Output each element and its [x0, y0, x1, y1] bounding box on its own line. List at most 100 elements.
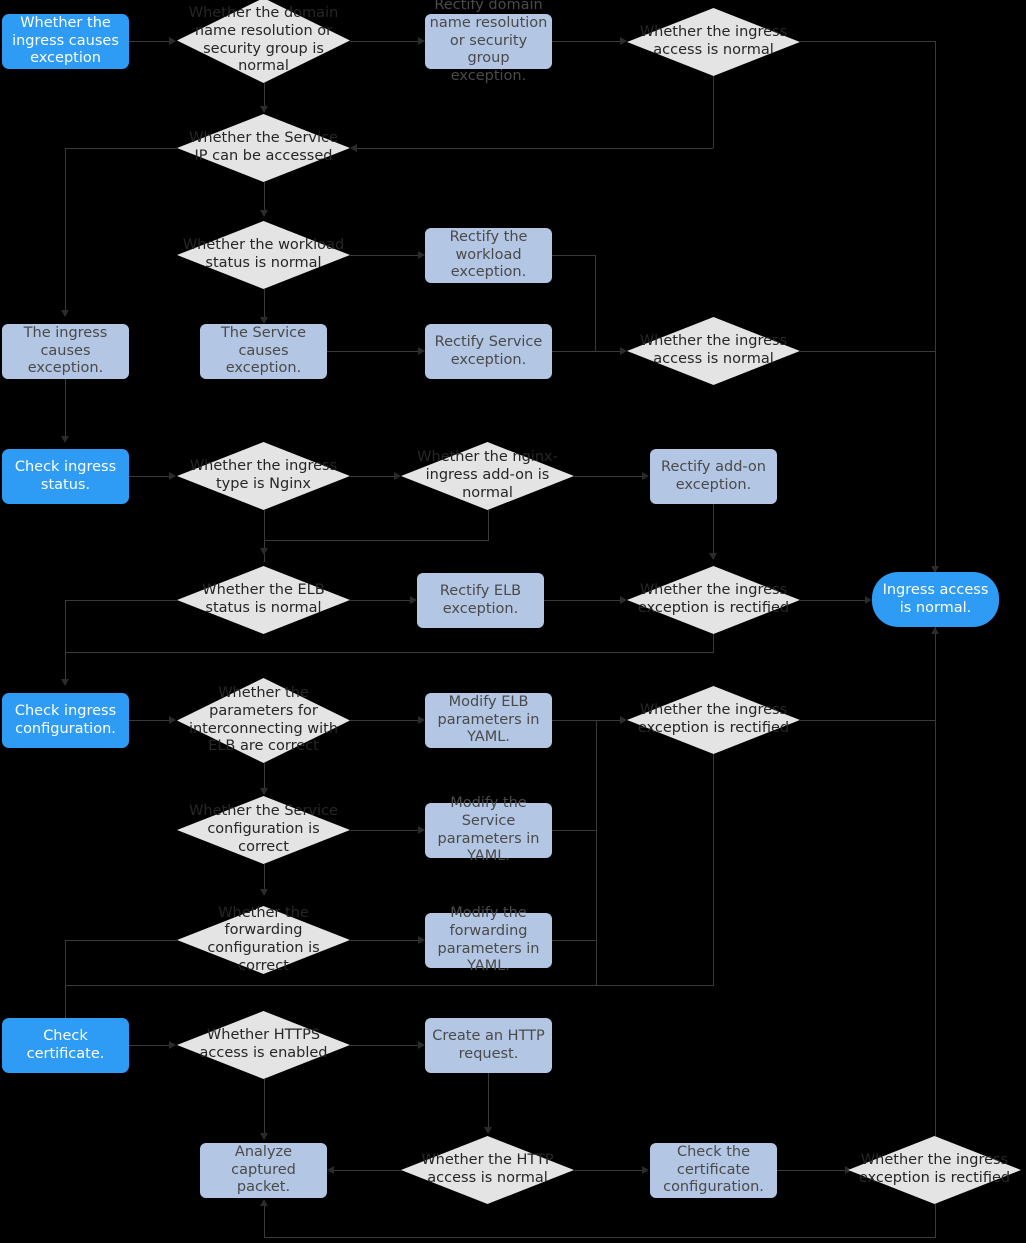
node-decision-https-enabled[interactable]: Whether HTTPS access is enabled — [177, 1011, 350, 1079]
node-label: Rectify domain name resolution or securi… — [429, 0, 548, 85]
node-modify-forwarding-yaml[interactable]: Modify the forwarding parameters in YAML… — [425, 905, 552, 974]
node-check-ingress-status[interactable]: Check ingress status. — [2, 449, 129, 504]
connector-loopback-up-analyze — [264, 1202, 265, 1237]
node-check-certificate[interactable]: Check certificate. — [2, 1018, 129, 1073]
connector-rectified1-down — [713, 634, 714, 652]
connector-modifyfwd-right — [552, 940, 597, 941]
node-label: Whether HTTPS access is enabled — [199, 1027, 328, 1061]
arrow-right — [418, 251, 425, 259]
node-decision-ingress-access-1[interactable]: Whether the ingress access is normal — [627, 8, 800, 76]
node-decision-service-configuration[interactable]: Whether the Service configuration is cor… — [177, 796, 350, 864]
connector-checkcert-to-https — [129, 1045, 169, 1046]
connector-rectify-dns-to-access1 — [552, 41, 620, 42]
node-label: Whether the forwarding configuration is … — [207, 904, 320, 974]
arrow-right — [418, 716, 425, 724]
arrow-up — [931, 627, 939, 634]
connector-rectified2-down — [713, 754, 714, 985]
node-end-ingress-access-normal[interactable]: Ingress access is normal. — [872, 572, 999, 627]
connector-rectifysvc-right — [552, 351, 620, 352]
node-decision-exception-rectified-2[interactable]: Whether the ingress exception is rectifi… — [627, 686, 800, 754]
arrow-down — [260, 788, 268, 795]
node-label: Whether the workload status is normal — [182, 237, 345, 271]
arrow-down — [260, 1133, 268, 1140]
arrow-down — [61, 310, 69, 317]
node-label: Rectify Service exception. — [434, 333, 543, 368]
connector-servicecauses-to-rectify — [327, 351, 418, 352]
arrow-down — [260, 210, 268, 217]
node-rectify-elb-exception[interactable]: Rectify ELB exception. — [417, 573, 544, 628]
node-label: Whether the Service configuration is cor… — [189, 803, 338, 855]
connector-access1-to-serviceip — [357, 148, 713, 149]
arrow-left — [327, 1166, 334, 1174]
arrow-right — [620, 347, 627, 355]
arrow-right — [620, 716, 627, 724]
node-decision-ingress-access-2[interactable]: Whether the ingress access is normal — [627, 317, 800, 385]
node-label: Analyze captured packet. — [231, 1143, 296, 1196]
node-decision-forwarding-configuration[interactable]: Whether the forwarding configuration is … — [177, 904, 350, 974]
connector-checkconfig-to-elbparams — [129, 720, 169, 721]
connector-rectifywl-right — [552, 255, 596, 256]
node-decision-ingress-type-nginx[interactable]: Whether the ingress type is Nginx — [177, 442, 350, 510]
node-decision-exception-rectified-3[interactable]: Whether the ingress exception is rectifi… — [848, 1136, 1021, 1204]
node-rectify-addon-exception[interactable]: Rectify add-on exception. — [650, 449, 777, 504]
node-modify-service-yaml[interactable]: Modify the Service parameters in YAML. — [425, 795, 552, 864]
node-label: Whether the ingress exception is rectifi… — [637, 702, 790, 736]
node-label: Check the certificate configuration. — [663, 1143, 764, 1196]
connector-httpaccess-to-checkcert — [574, 1170, 642, 1171]
connector-addon-join — [264, 540, 489, 541]
connector-modifysvc-right — [552, 830, 597, 831]
arrow-right — [418, 936, 425, 944]
arrow-left — [350, 144, 357, 152]
node-label: Modify ELB parameters in YAML. — [437, 693, 540, 746]
connector-yaml-rail-loopback — [65, 985, 714, 986]
rail-right-vertical — [935, 41, 936, 572]
connector-access2-to-rail — [800, 351, 935, 352]
node-decision-elb-status[interactable]: Whether the ELB status is normal — [177, 566, 350, 634]
arrow-right — [169, 472, 176, 480]
connector-serviceip-left — [65, 148, 177, 149]
node-decision-dns-security-group[interactable]: Whether the domain name resolution or se… — [177, 0, 350, 83]
connector-checkcertcfg-to-rectified3 — [777, 1170, 845, 1171]
connector-httpaccess-to-analyze — [334, 1170, 402, 1171]
node-decision-workload-status[interactable]: Whether the workload status is normal — [177, 221, 350, 289]
arrow-down — [484, 1127, 492, 1134]
node-decision-http-access-normal[interactable]: Whether the HTTP access is normal — [401, 1136, 574, 1204]
node-start-ingress-exception[interactable]: Whether the ingress causes exception — [2, 14, 129, 69]
node-rectify-service-exception[interactable]: Rectify Service exception. — [425, 324, 552, 379]
node-analyze-captured-packet[interactable]: Analyze captured packet. — [200, 1143, 327, 1198]
node-label: Whether the ingress type is Nginx — [189, 458, 338, 492]
connector-fwdconfig-to-modifyfwd — [350, 940, 418, 941]
node-label: Whether the ELB status is normal — [202, 582, 325, 616]
connector-rectified1-loopback — [65, 652, 714, 653]
node-decision-exception-rectified-1[interactable]: Whether the ingress exception is rectifi… — [627, 566, 800, 634]
connector-rectified1-to-end — [800, 600, 865, 601]
arrow-down — [709, 553, 717, 560]
connector-workload-to-rectify — [350, 255, 418, 256]
node-service-causes-exception[interactable]: The Service causes exception. — [200, 324, 327, 379]
node-label: Whether the ingress access is normal — [639, 24, 788, 58]
node-label: The Service causes exception. — [220, 324, 307, 377]
node-check-certificate-configuration[interactable]: Check the certificate configuration. — [650, 1143, 777, 1198]
node-label: Whether the ingress exception is rectifi… — [637, 582, 790, 616]
node-label: The ingress causes exception. — [23, 324, 108, 377]
node-ingress-causes-exception[interactable]: The ingress causes exception. — [2, 324, 129, 379]
node-rectify-workload[interactable]: Rectify the workload exception. — [425, 228, 552, 283]
connector-bottom-loopback — [264, 1237, 936, 1238]
node-decision-elb-params[interactable]: Whether the parameters for interconnecti… — [177, 678, 350, 763]
connector-addon-down — [488, 510, 489, 540]
node-check-ingress-configuration[interactable]: Check ingress configuration. — [2, 693, 129, 748]
arrow-right — [169, 1041, 176, 1049]
node-create-http-request[interactable]: Create an HTTP request. — [425, 1018, 552, 1073]
node-label: Modify the Service parameters in YAML. — [437, 795, 540, 865]
node-decision-service-ip[interactable]: Whether the Service IP can be accessed — [177, 114, 350, 182]
node-label: Whether the ingress access is normal — [639, 333, 788, 367]
node-label: Whether the ingress causes exception — [12, 14, 119, 67]
node-rectify-dns-security-group[interactable]: Rectify domain name resolution or securi… — [425, 0, 552, 84]
connector-checkstatus-to-nginxtype — [129, 476, 169, 477]
connector-nginxtype-to-addon — [350, 476, 394, 477]
connector-fwdconfig-left-down — [65, 940, 66, 1025]
arrow-right — [620, 596, 627, 604]
node-modify-elb-yaml[interactable]: Modify ELB parameters in YAML. — [425, 693, 552, 748]
node-decision-nginx-addon[interactable]: Whether the nginx-ingress add-on is norm… — [401, 442, 574, 510]
connector-elbparams-to-modifyelb — [350, 720, 418, 721]
